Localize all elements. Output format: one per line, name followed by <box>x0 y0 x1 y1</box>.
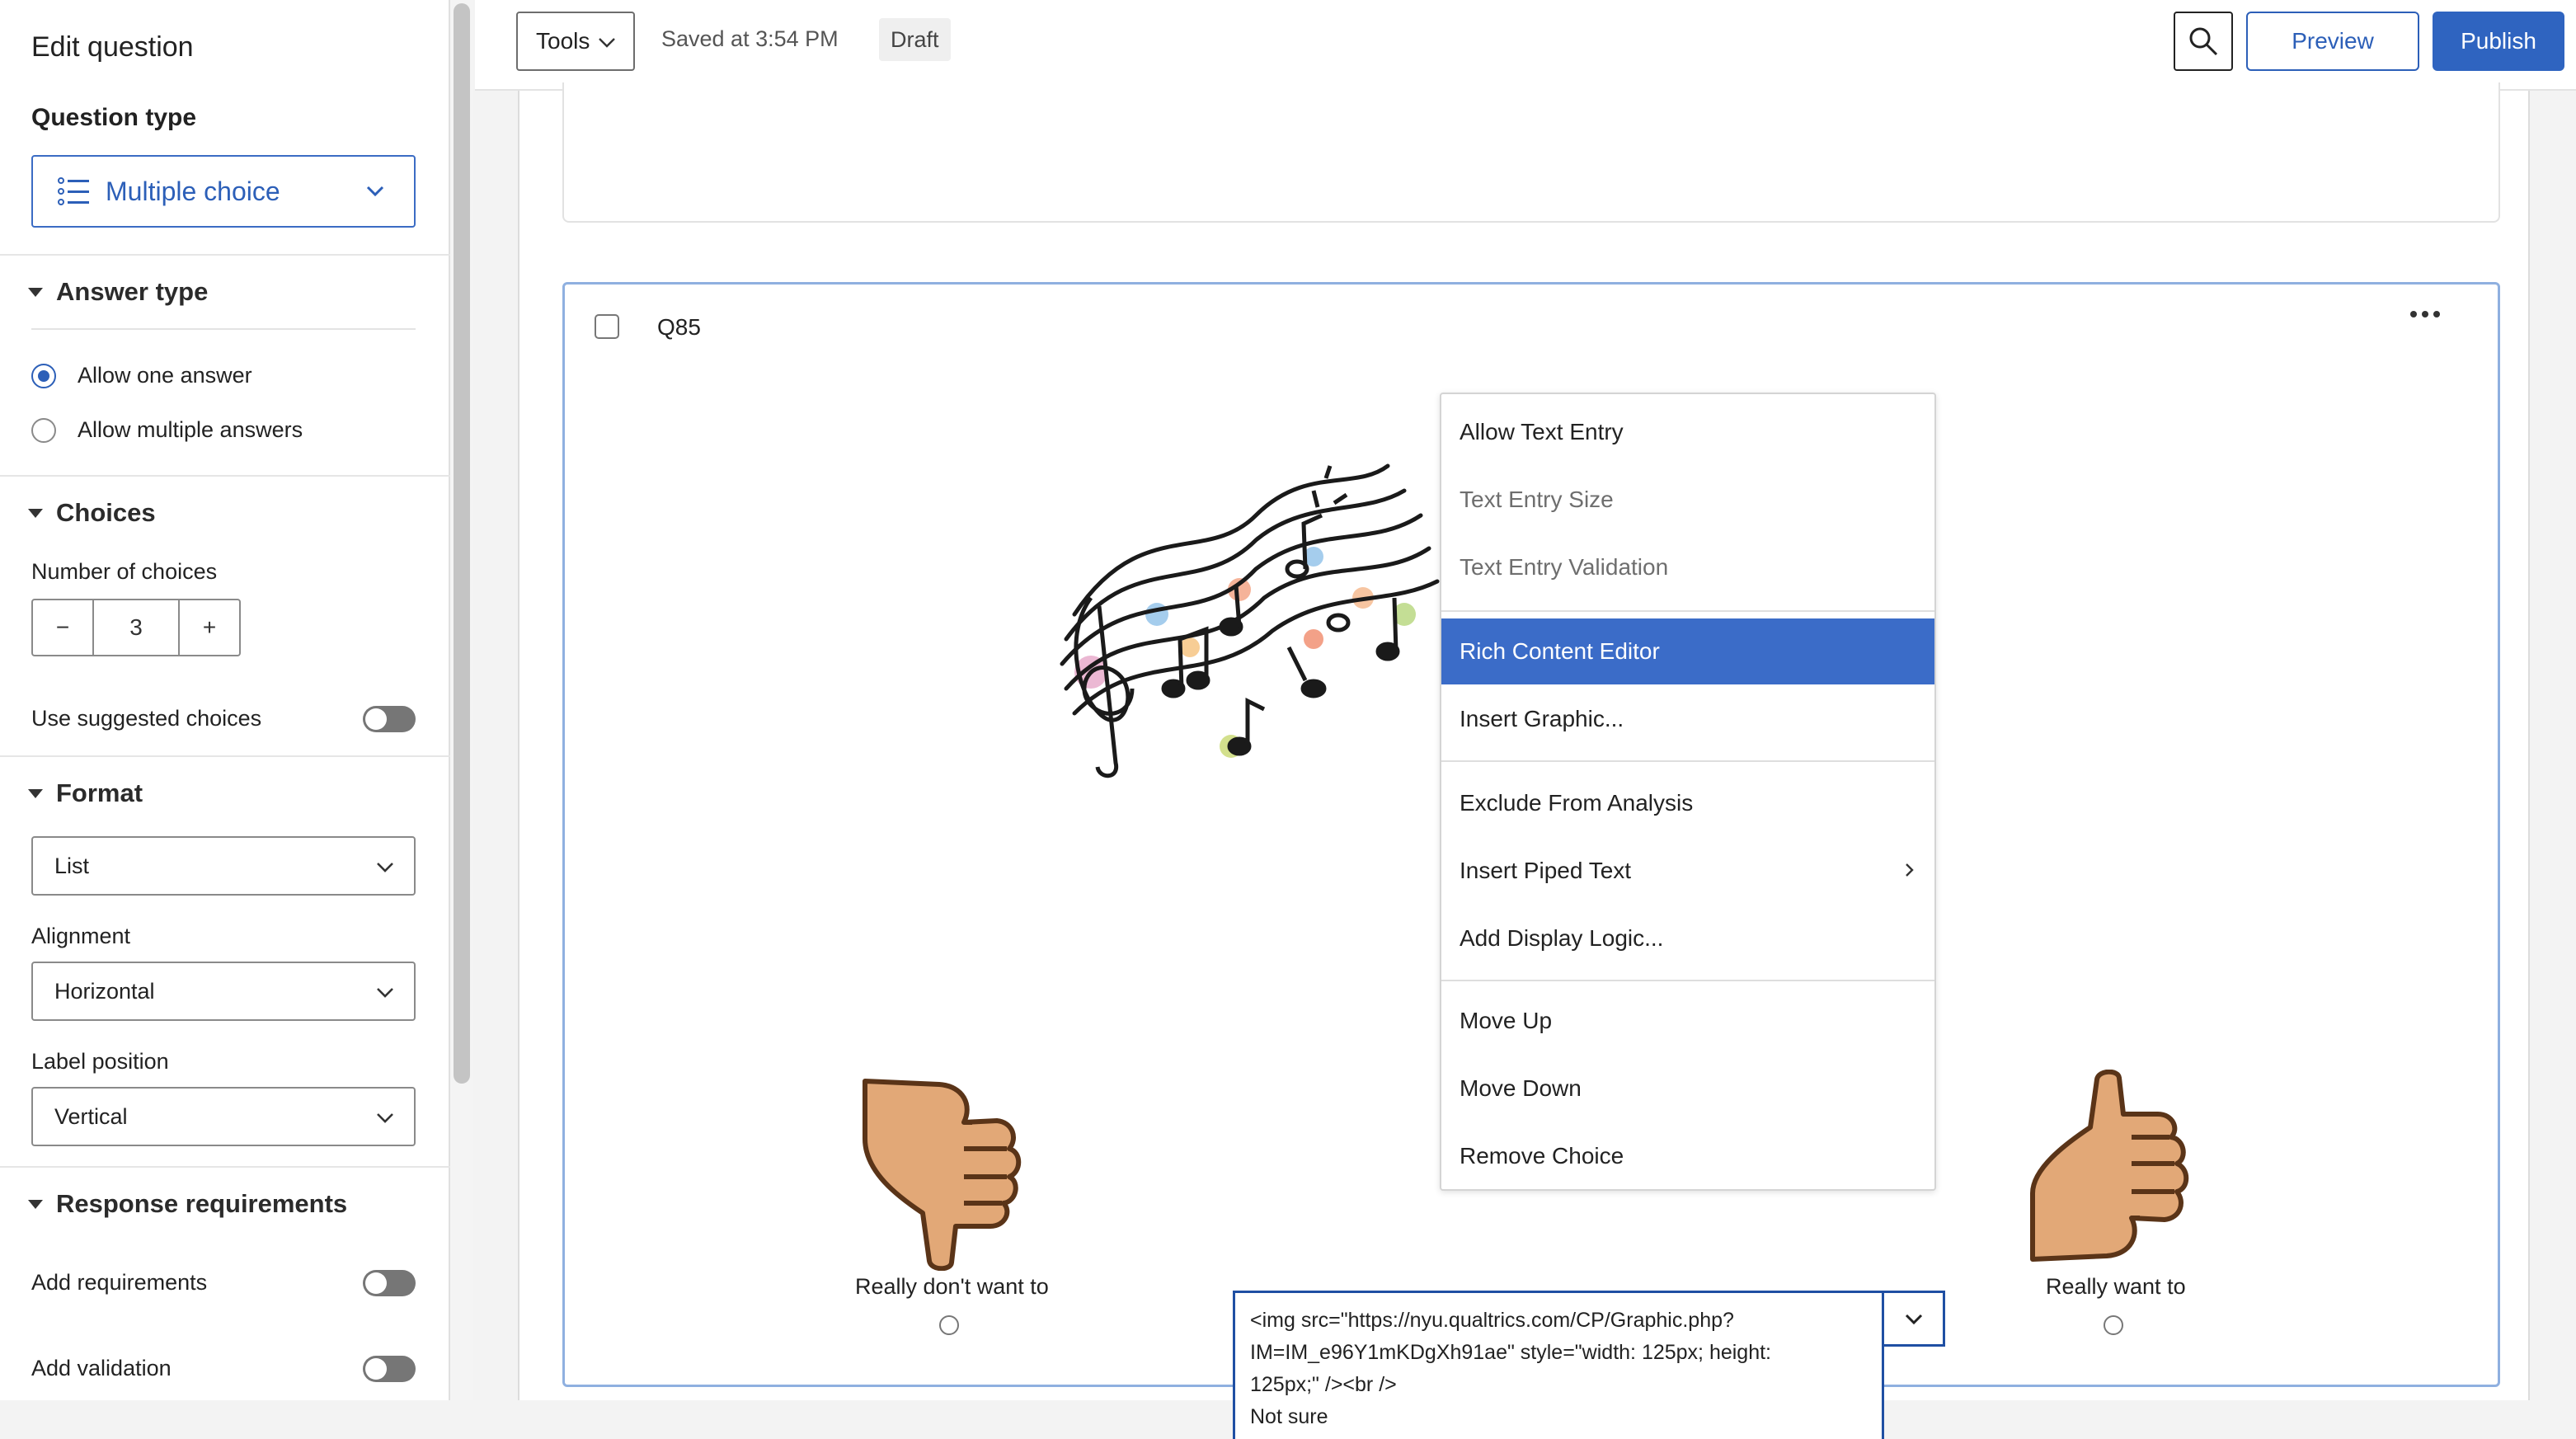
alignment-value: Horizontal <box>54 978 155 1004</box>
question-id: Q85 <box>657 314 701 340</box>
editor-line: Not sure <box>1250 1405 1328 1428</box>
decrement-button[interactable]: − <box>33 600 92 655</box>
response-requirements-section-toggle[interactable]: Response requirements <box>28 1189 347 1219</box>
chevron-down-icon <box>366 186 384 197</box>
menu-item-add-display-logic[interactable]: Add Display Logic... <box>1441 905 1934 971</box>
chevron-down-icon <box>1905 1314 1922 1325</box>
format-value: List <box>54 853 90 878</box>
format-section-toggle[interactable]: Format <box>28 778 143 808</box>
choice-context-menu: Allow Text Entry Text Entry Size Text En… <box>1440 393 1936 1191</box>
radio-allow-one-answer[interactable]: Allow one answer <box>31 363 252 388</box>
alignment-select[interactable]: Horizontal <box>31 962 416 1021</box>
menu-item-text-entry-validation[interactable]: Text Entry Validation <box>1441 534 1934 600</box>
chevron-right-icon <box>1906 863 1914 877</box>
add-validation-toggle[interactable] <box>363 1356 416 1382</box>
menu-item-insert-graphic[interactable]: Insert Graphic... <box>1441 686 1934 752</box>
menu-item-label: Insert Piped Text <box>1460 858 1632 883</box>
chevron-down-icon <box>377 988 393 998</box>
music-notes-graphic <box>1060 463 1440 778</box>
chevron-down-icon <box>599 38 615 48</box>
status-badge: Draft <box>879 18 951 61</box>
add-requirements-label: Add requirements <box>31 1270 208 1295</box>
chevron-down-icon <box>377 1113 393 1123</box>
use-suggested-choices-toggle[interactable] <box>363 706 416 732</box>
label-position-value: Vertical <box>54 1103 128 1129</box>
answer-type-section-toggle[interactable]: Answer type <box>28 277 208 307</box>
preview-button[interactable]: Preview <box>2246 12 2419 71</box>
label-position-label: Label position <box>31 1049 169 1074</box>
answer-type-heading: Answer type <box>56 277 209 306</box>
editor-line: 125px;" /><br /> <box>1250 1373 1397 1396</box>
menu-item-move-down[interactable]: Move Down <box>1441 1056 1934 1122</box>
top-toolbar: Tools Saved at 3:54 PM Draft Preview Pub… <box>475 0 2576 91</box>
menu-item-insert-piped-text[interactable]: Insert Piped Text <box>1441 838 1934 904</box>
editor-line: <img src="https://nyu.qualtrics.com/CP/G… <box>1250 1309 1734 1332</box>
tools-button[interactable]: Tools <box>516 12 635 71</box>
question-type-value: Multiple choice <box>106 176 280 206</box>
alignment-label: Alignment <box>31 924 131 948</box>
format-heading: Format <box>56 778 143 807</box>
menu-item-allow-text-entry[interactable]: Allow Text Entry <box>1441 399 1934 465</box>
choices-count-input[interactable]: 3 <box>92 600 180 655</box>
radio-button-selected[interactable] <box>31 363 56 388</box>
question-select-checkbox[interactable] <box>595 314 619 339</box>
add-requirements-toggle[interactable] <box>363 1270 416 1296</box>
choice-label-really-want[interactable]: Really want to <box>2046 1274 2186 1300</box>
menu-item-move-up[interactable]: Move Up <box>1441 988 1934 1054</box>
question-type-heading: Question type <box>31 104 197 131</box>
choice-radio-really-dont[interactable] <box>939 1315 959 1335</box>
collapse-triangle-icon <box>28 1199 43 1209</box>
choices-stepper: − 3 + <box>31 599 241 656</box>
search-button[interactable] <box>2174 12 2233 71</box>
collapse-triangle-icon <box>28 287 43 297</box>
choice-text-editor[interactable]: <img src="https://nyu.qualtrics.com/CP/G… <box>1233 1291 1884 1439</box>
choices-section-toggle[interactable]: Choices <box>28 498 156 528</box>
add-validation-label: Add validation <box>31 1356 172 1380</box>
edit-question-sidebar: Edit question Question type Multiple cho… <box>0 0 450 1400</box>
collapse-triangle-icon <box>28 508 43 518</box>
list-icon <box>58 177 89 205</box>
radio-button[interactable] <box>31 417 56 443</box>
menu-item-rich-content-editor[interactable]: Rich Content Editor <box>1441 618 1934 684</box>
radio-label: Allow one answer <box>78 363 252 388</box>
more-options-icon[interactable] <box>2410 311 2440 317</box>
publish-button[interactable]: Publish <box>2433 12 2564 71</box>
sidebar-title: Edit question <box>31 31 194 63</box>
question-type-dropdown[interactable]: Multiple choice <box>31 155 416 228</box>
editor-line: IM=IM_e96Y1mKDgXh91ae" style="width: 125… <box>1250 1341 1772 1364</box>
choice-options-dropdown-button[interactable] <box>1883 1291 1945 1347</box>
thumbs-up-image <box>2030 1070 2189 1262</box>
radio-allow-multiple-answers[interactable]: Allow multiple answers <box>31 417 303 443</box>
saved-status-text: Saved at 3:54 PM <box>661 26 839 51</box>
use-suggested-choices-label: Use suggested choices <box>31 706 262 731</box>
menu-item-remove-choice[interactable]: Remove Choice <box>1441 1123 1934 1189</box>
thumbs-down-image <box>863 1079 1022 1271</box>
previous-question-block <box>562 82 2500 223</box>
menu-item-text-entry-size[interactable]: Text Entry Size <box>1441 467 1934 533</box>
search-icon <box>2189 27 2218 56</box>
collapse-triangle-icon <box>28 788 43 798</box>
format-select[interactable]: List <box>31 836 416 896</box>
sidebar-scrollbar[interactable] <box>454 3 470 1084</box>
increment-button[interactable]: + <box>180 600 239 655</box>
number-of-choices-label: Number of choices <box>31 559 218 584</box>
choice-radio-really-want[interactable] <box>2104 1315 2123 1335</box>
choices-heading: Choices <box>56 498 156 527</box>
response-requirements-heading: Response requirements <box>56 1189 348 1218</box>
tools-label: Tools <box>536 28 590 54</box>
choice-label-really-dont[interactable]: Really don't want to <box>855 1274 1049 1300</box>
chevron-down-icon <box>377 863 393 872</box>
menu-item-exclude-from-analysis[interactable]: Exclude From Analysis <box>1441 770 1934 836</box>
label-position-select[interactable]: Vertical <box>31 1087 416 1146</box>
radio-label: Allow multiple answers <box>78 417 303 442</box>
